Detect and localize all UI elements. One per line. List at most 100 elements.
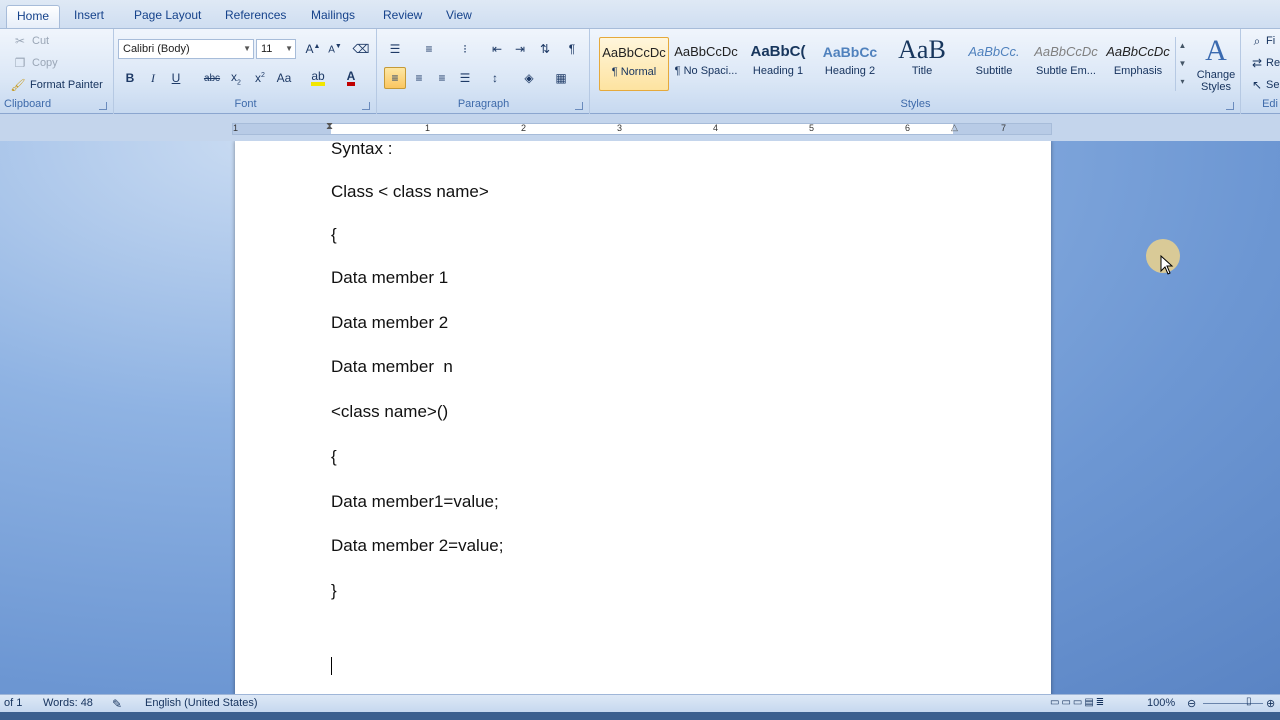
language-indicator[interactable]: English (United States): [145, 697, 258, 709]
tab-references[interactable]: References: [215, 5, 296, 28]
scissors-icon: ✂: [14, 34, 26, 48]
document-line: Data member 2=value;: [331, 536, 504, 555]
tab-insert[interactable]: Insert: [64, 5, 114, 28]
tab-page-layout[interactable]: Page Layout: [124, 5, 211, 28]
superscript-button[interactable]: x2: [249, 67, 271, 89]
style-emphasis[interactable]: AaBbCcDc Emphasis: [1103, 37, 1173, 91]
right-indent-marker-icon[interactable]: △: [951, 122, 958, 133]
highlighter-icon: ab: [311, 70, 325, 86]
align-right-icon: ≡: [438, 71, 446, 85]
paragraph-dialog-launcher[interactable]: [575, 102, 583, 110]
strikethrough-button[interactable]: abc: [201, 67, 223, 89]
sort-button[interactable]: ⇅: [534, 38, 556, 60]
change-styles-button[interactable]: A Change Styles: [1193, 33, 1239, 97]
zoom-in-icon[interactable]: ⊕: [1266, 697, 1275, 710]
clear-formatting-icon: ⌫: [352, 42, 370, 56]
strikethrough-icon: abc: [203, 72, 221, 84]
style-normal[interactable]: AaBbCcDc ¶ Normal: [599, 37, 669, 91]
tab-view[interactable]: View: [436, 5, 482, 28]
document-line: Data member1=value;: [331, 492, 499, 511]
paragraph-group-label: Paragraph: [457, 98, 510, 110]
styles-gallery-scroller[interactable]: ▲ ▼ ▾: [1175, 37, 1189, 91]
multilevel-list-button[interactable]: ⁝: [454, 38, 476, 60]
style-heading-1[interactable]: AaBbC( Heading 1: [743, 37, 813, 91]
shrink-font-button[interactable]: A▼: [324, 38, 346, 60]
italic-button[interactable]: I: [142, 67, 164, 89]
document-line: Data member n: [331, 357, 453, 376]
multilevel-list-icon: ⁝: [463, 42, 467, 56]
scroll-up-icon: ▲: [1178, 41, 1187, 50]
zoom-slider-thumb[interactable]: ▯: [1246, 696, 1252, 707]
bold-button[interactable]: B: [119, 67, 141, 89]
replace-button[interactable]: ⇄ Re: [1252, 53, 1280, 73]
copy-button[interactable]: ❐ Copy: [12, 53, 58, 73]
grow-font-button[interactable]: A▲: [302, 38, 324, 60]
tab-home[interactable]: Home: [6, 5, 61, 28]
justify-icon: ☰: [459, 71, 471, 85]
style-no-spacing[interactable]: AaBbCcDc ¶ No Spaci...: [671, 37, 741, 91]
zoom-out-icon[interactable]: ⊖: [1187, 697, 1196, 710]
increase-indent-button[interactable]: ⇥: [509, 38, 531, 60]
find-button[interactable]: ⌕ Fi: [1252, 31, 1276, 51]
align-right-button[interactable]: ≡: [431, 67, 453, 89]
style-heading-2[interactable]: AaBbCc Heading 2: [815, 37, 885, 91]
decrease-indent-icon: ⇤: [491, 42, 503, 56]
style-subtitle[interactable]: AaBbCc. Subtitle: [959, 37, 1029, 91]
clipboard-group-label: Clipboard: [4, 98, 52, 110]
clear-formatting-button[interactable]: ⌫: [350, 38, 372, 60]
font-size-select[interactable]: 11 ▼: [256, 39, 296, 59]
numbering-button[interactable]: ≡: [418, 38, 440, 60]
borders-button[interactable]: ▦: [550, 67, 572, 89]
align-center-button[interactable]: ≡: [408, 67, 430, 89]
styles-dialog-launcher[interactable]: [1226, 102, 1234, 110]
proofing-icon[interactable]: ✎: [112, 697, 122, 711]
text-caret: [331, 657, 332, 675]
ruler-number: 2: [521, 123, 527, 133]
change-case-icon: Aa: [276, 71, 292, 85]
cut-button[interactable]: ✂ Cut: [12, 31, 49, 51]
zoom-level[interactable]: 100%: [1147, 697, 1175, 709]
select-button[interactable]: ↖ Se: [1251, 75, 1280, 95]
bullets-button[interactable]: ☰: [384, 38, 406, 60]
tab-review[interactable]: Review: [373, 5, 432, 28]
select-arrow-icon: ↖: [1251, 78, 1263, 92]
tab-mailings[interactable]: Mailings: [301, 5, 365, 28]
justify-button[interactable]: ☰: [454, 67, 476, 89]
font-color-icon: A: [346, 70, 356, 86]
font-group: Calibri (Body) ▼ 11 ▼ A▲ A▼ ⌫ B I U abc …: [115, 29, 377, 114]
decrease-indent-button[interactable]: ⇤: [486, 38, 508, 60]
indent-marker-icon[interactable]: ⧗: [326, 121, 333, 132]
ruler-number: 7: [1001, 123, 1007, 133]
style-subtle-emphasis[interactable]: AaBbCcDc Subtle Em...: [1031, 37, 1101, 91]
zoom-slider[interactable]: [1203, 703, 1263, 704]
format-painter-button[interactable]: 🖌 Format Painter: [10, 75, 102, 95]
align-left-button[interactable]: ≡: [384, 67, 406, 89]
ruler-number: 1: [425, 123, 431, 133]
change-case-button[interactable]: Aa: [273, 67, 295, 89]
shrink-font-icon: A▼: [328, 42, 342, 56]
subscript-button[interactable]: x2: [225, 67, 247, 89]
style-title[interactable]: AaB Title: [887, 37, 957, 91]
line-spacing-button[interactable]: ↕: [484, 67, 506, 89]
highlight-button[interactable]: ab: [307, 67, 329, 89]
horizontal-ruler[interactable]: 1 1 2 3 4 5 6 7 ⧗ △: [232, 121, 1052, 135]
line-spacing-icon: ↕: [492, 71, 498, 85]
show-marks-button[interactable]: ¶: [561, 38, 583, 60]
view-buttons[interactable]: ▭▭▭▤≣: [1050, 697, 1106, 708]
ribbon-tabs: Home Insert Page Layout References Maili…: [0, 0, 1280, 28]
font-family-select[interactable]: Calibri (Body) ▼: [118, 39, 254, 59]
align-center-icon: ≡: [415, 71, 423, 85]
editing-group-label: Edi: [1262, 98, 1278, 110]
document-page[interactable]: Syntax : Class < class name> { Data memb…: [235, 141, 1051, 694]
font-dialog-launcher[interactable]: [362, 102, 370, 110]
clipboard-dialog-launcher[interactable]: [99, 102, 107, 110]
chevron-down-icon: ▼: [285, 44, 293, 53]
grow-font-icon: A▲: [305, 42, 321, 56]
pilcrow-icon: ¶: [568, 42, 576, 56]
underline-button[interactable]: U: [165, 67, 187, 89]
shading-button[interactable]: ◈: [518, 67, 540, 89]
word-count[interactable]: Words: 48: [43, 697, 93, 709]
page-count[interactable]: of 1: [4, 697, 22, 709]
numbered-list-icon: ≡: [425, 42, 433, 56]
font-color-button[interactable]: A: [340, 67, 362, 89]
